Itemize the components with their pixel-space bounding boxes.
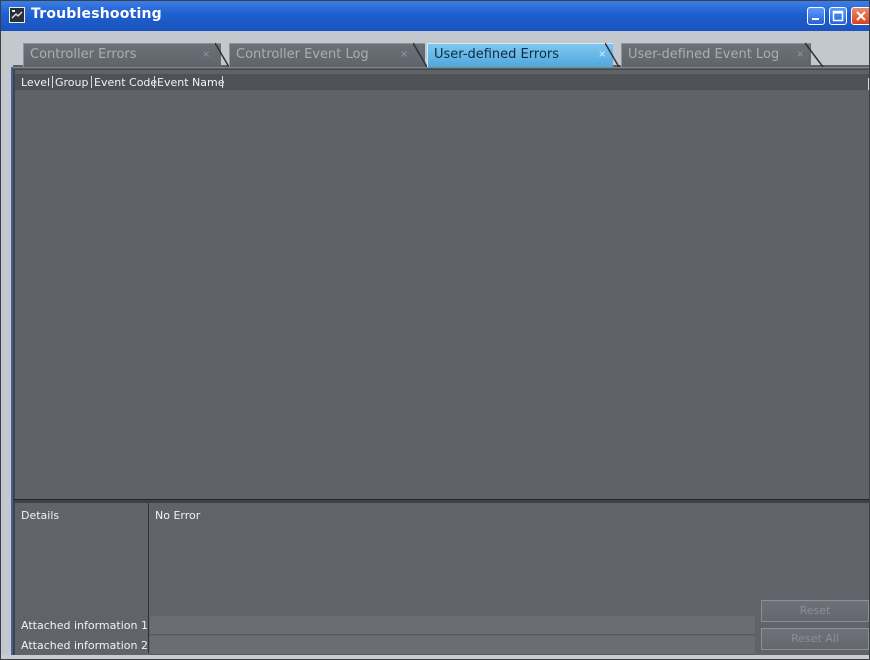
column-separator[interactable] [154, 76, 155, 88]
details-label: Details [21, 509, 60, 522]
tab-strip: Controller Errors × Controller Event Log… [1, 31, 869, 68]
column-header-event-code[interactable]: Event Code [94, 76, 157, 89]
title-bar[interactable]: Troubleshooting [1, 1, 869, 32]
tab-close-icon[interactable]: × [400, 49, 408, 60]
reset-button[interactable]: Reset [761, 600, 869, 622]
details-label-column: Details Attached information 1 Attached … [15, 503, 149, 653]
tab-controller-event-log[interactable]: Controller Event Log × [229, 43, 425, 67]
left-gutter [1, 67, 13, 655]
maximize-icon [832, 10, 844, 22]
troubleshooting-window-icon [9, 7, 25, 23]
column-separator[interactable] [91, 76, 92, 88]
tab-label: Controller Errors [30, 47, 137, 62]
tab-user-defined-event-log[interactable]: User-defined Event Log × [621, 43, 811, 67]
column-separator[interactable] [52, 76, 53, 88]
tab-label: User-defined Event Log [628, 47, 780, 62]
tab-label: Controller Event Log [236, 47, 369, 62]
minimize-icon [812, 18, 819, 20]
details-pane: Details Attached information 1 Attached … [13, 503, 869, 655]
attached-info-2-label: Attached information 2 [21, 639, 148, 652]
column-header-level[interactable]: Level [21, 76, 50, 89]
column-separator[interactable] [222, 76, 223, 88]
window-bottom-edge [1, 655, 869, 659]
attached-info-1-label: Attached information 1 [21, 619, 148, 632]
tab-controller-errors[interactable]: Controller Errors × [23, 43, 221, 67]
minimize-button[interactable] [807, 7, 825, 25]
reset-all-button[interactable]: Reset All [761, 628, 869, 650]
list-column-header: Level Group Event Code Event Name [15, 74, 869, 90]
tab-close-icon[interactable]: × [796, 49, 804, 60]
attached-info-1-field [150, 616, 755, 635]
details-value: No Error [155, 509, 201, 522]
close-button[interactable] [851, 7, 869, 25]
column-header-group[interactable]: Group [55, 76, 89, 89]
tab-close-icon[interactable]: × [202, 49, 210, 60]
tab-separator [605, 42, 620, 67]
maximize-button[interactable] [829, 7, 847, 25]
tab-label: User-defined Errors [434, 47, 560, 62]
attached-info-2-field [150, 636, 755, 655]
troubleshooting-window: Troubleshooting Controller Errors × Cont… [0, 0, 870, 660]
close-icon [856, 11, 866, 21]
column-header-event-name[interactable]: Event Name [157, 76, 224, 89]
tab-user-defined-errors[interactable]: User-defined Errors × [427, 43, 613, 67]
error-list[interactable]: Level Group Event Code Event Name [13, 69, 869, 499]
window-title: Troubleshooting [31, 6, 162, 22]
tab-separator [805, 42, 824, 67]
